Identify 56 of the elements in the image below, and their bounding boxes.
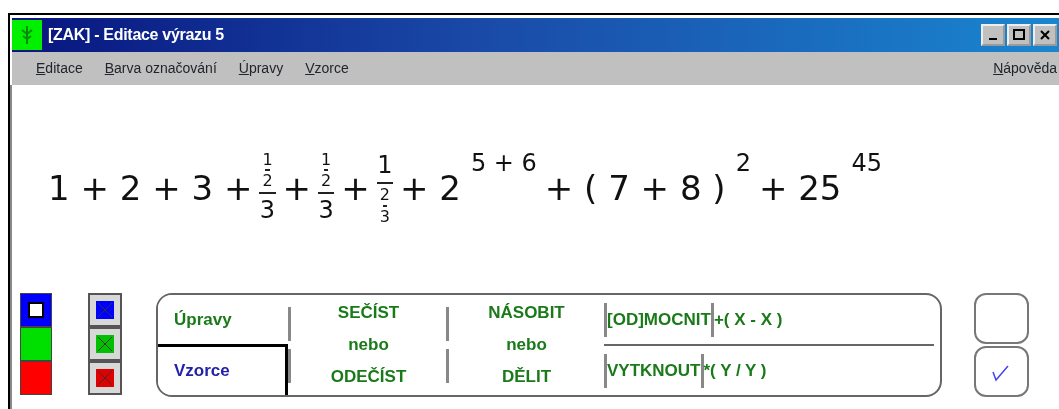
operation-button[interactable]: nebo xyxy=(348,334,389,356)
operation-button[interactable]: nebo xyxy=(506,334,547,356)
expression-text: + xyxy=(341,166,370,210)
color-toggle[interactable] xyxy=(88,293,122,327)
expression-text: 1 xyxy=(377,150,393,182)
minimize-button[interactable] xyxy=(981,24,1005,46)
blank-button[interactable] xyxy=(974,293,1029,344)
fraction-bar xyxy=(265,169,270,172)
expression-text: + 2 xyxy=(399,166,461,210)
operation-button[interactable]: DĚLIT xyxy=(501,366,552,387)
operation-button[interactable]: NÁSOBIT xyxy=(488,303,565,324)
fraction-bar xyxy=(324,169,329,172)
expression-text: 1 xyxy=(321,150,332,170)
exponent-text: 5 + 6 xyxy=(470,148,537,179)
expression-text: 2 xyxy=(321,171,332,191)
operation-button[interactable]: +( X - X ) xyxy=(713,306,783,333)
confirm-button[interactable] xyxy=(974,346,1029,397)
close-button[interactable] xyxy=(1033,24,1057,46)
operation-button[interactable]: [OD]MOCNIT xyxy=(607,306,711,333)
operation-button[interactable]: SEČÍST xyxy=(337,303,400,324)
expression-text: 2 xyxy=(262,171,273,191)
color-toggle[interactable] xyxy=(88,327,122,361)
expression-text: 2 xyxy=(379,185,390,205)
window-title: [ZAK] - Editace výrazu 5 xyxy=(48,25,224,45)
fraction-bar xyxy=(382,204,387,207)
exponent-text: 45 xyxy=(851,148,882,179)
fraction-bar xyxy=(259,191,276,194)
operation-button[interactable]: *( Y / Y ) xyxy=(703,357,767,384)
expression-text: 3 xyxy=(318,194,334,226)
expression-text: 1 + 2 + 3 + xyxy=(48,166,253,210)
expression-text: 3 xyxy=(379,206,390,226)
operation-button[interactable]: ODEČÍST xyxy=(330,366,407,387)
expression-text: + 25 xyxy=(758,166,842,210)
tab[interactable]: Vzorce xyxy=(158,343,288,395)
maximize-icon xyxy=(1013,29,1025,41)
fraction-bar xyxy=(376,182,393,185)
menu-item[interactable]: Nápověda xyxy=(993,58,1057,79)
close-icon xyxy=(1039,29,1051,41)
expression-text: 1 xyxy=(262,150,273,170)
fraction-bar xyxy=(318,191,335,194)
menu-item[interactable]: Barva označování xyxy=(104,58,217,79)
expression-text: 3 xyxy=(259,194,276,226)
color-toggle[interactable] xyxy=(88,361,122,395)
color-swatch[interactable] xyxy=(20,361,52,395)
exponent-text: 2 xyxy=(735,148,751,179)
operation-button[interactable]: VYTKNOUT xyxy=(607,357,701,384)
maximize-button[interactable] xyxy=(1007,24,1031,46)
expression-text: + ( 7 + 8 ) xyxy=(544,166,726,210)
menu-item[interactable]: Vzorce xyxy=(305,58,349,79)
menu-item[interactable]: Úpravy xyxy=(238,58,284,79)
menu-item[interactable]: Editace xyxy=(36,58,83,79)
app-icon xyxy=(12,20,42,50)
color-swatch[interactable] xyxy=(20,327,52,361)
color-swatch[interactable] xyxy=(20,293,52,327)
minimize-icon xyxy=(989,38,997,40)
expression-text: + xyxy=(282,166,312,210)
